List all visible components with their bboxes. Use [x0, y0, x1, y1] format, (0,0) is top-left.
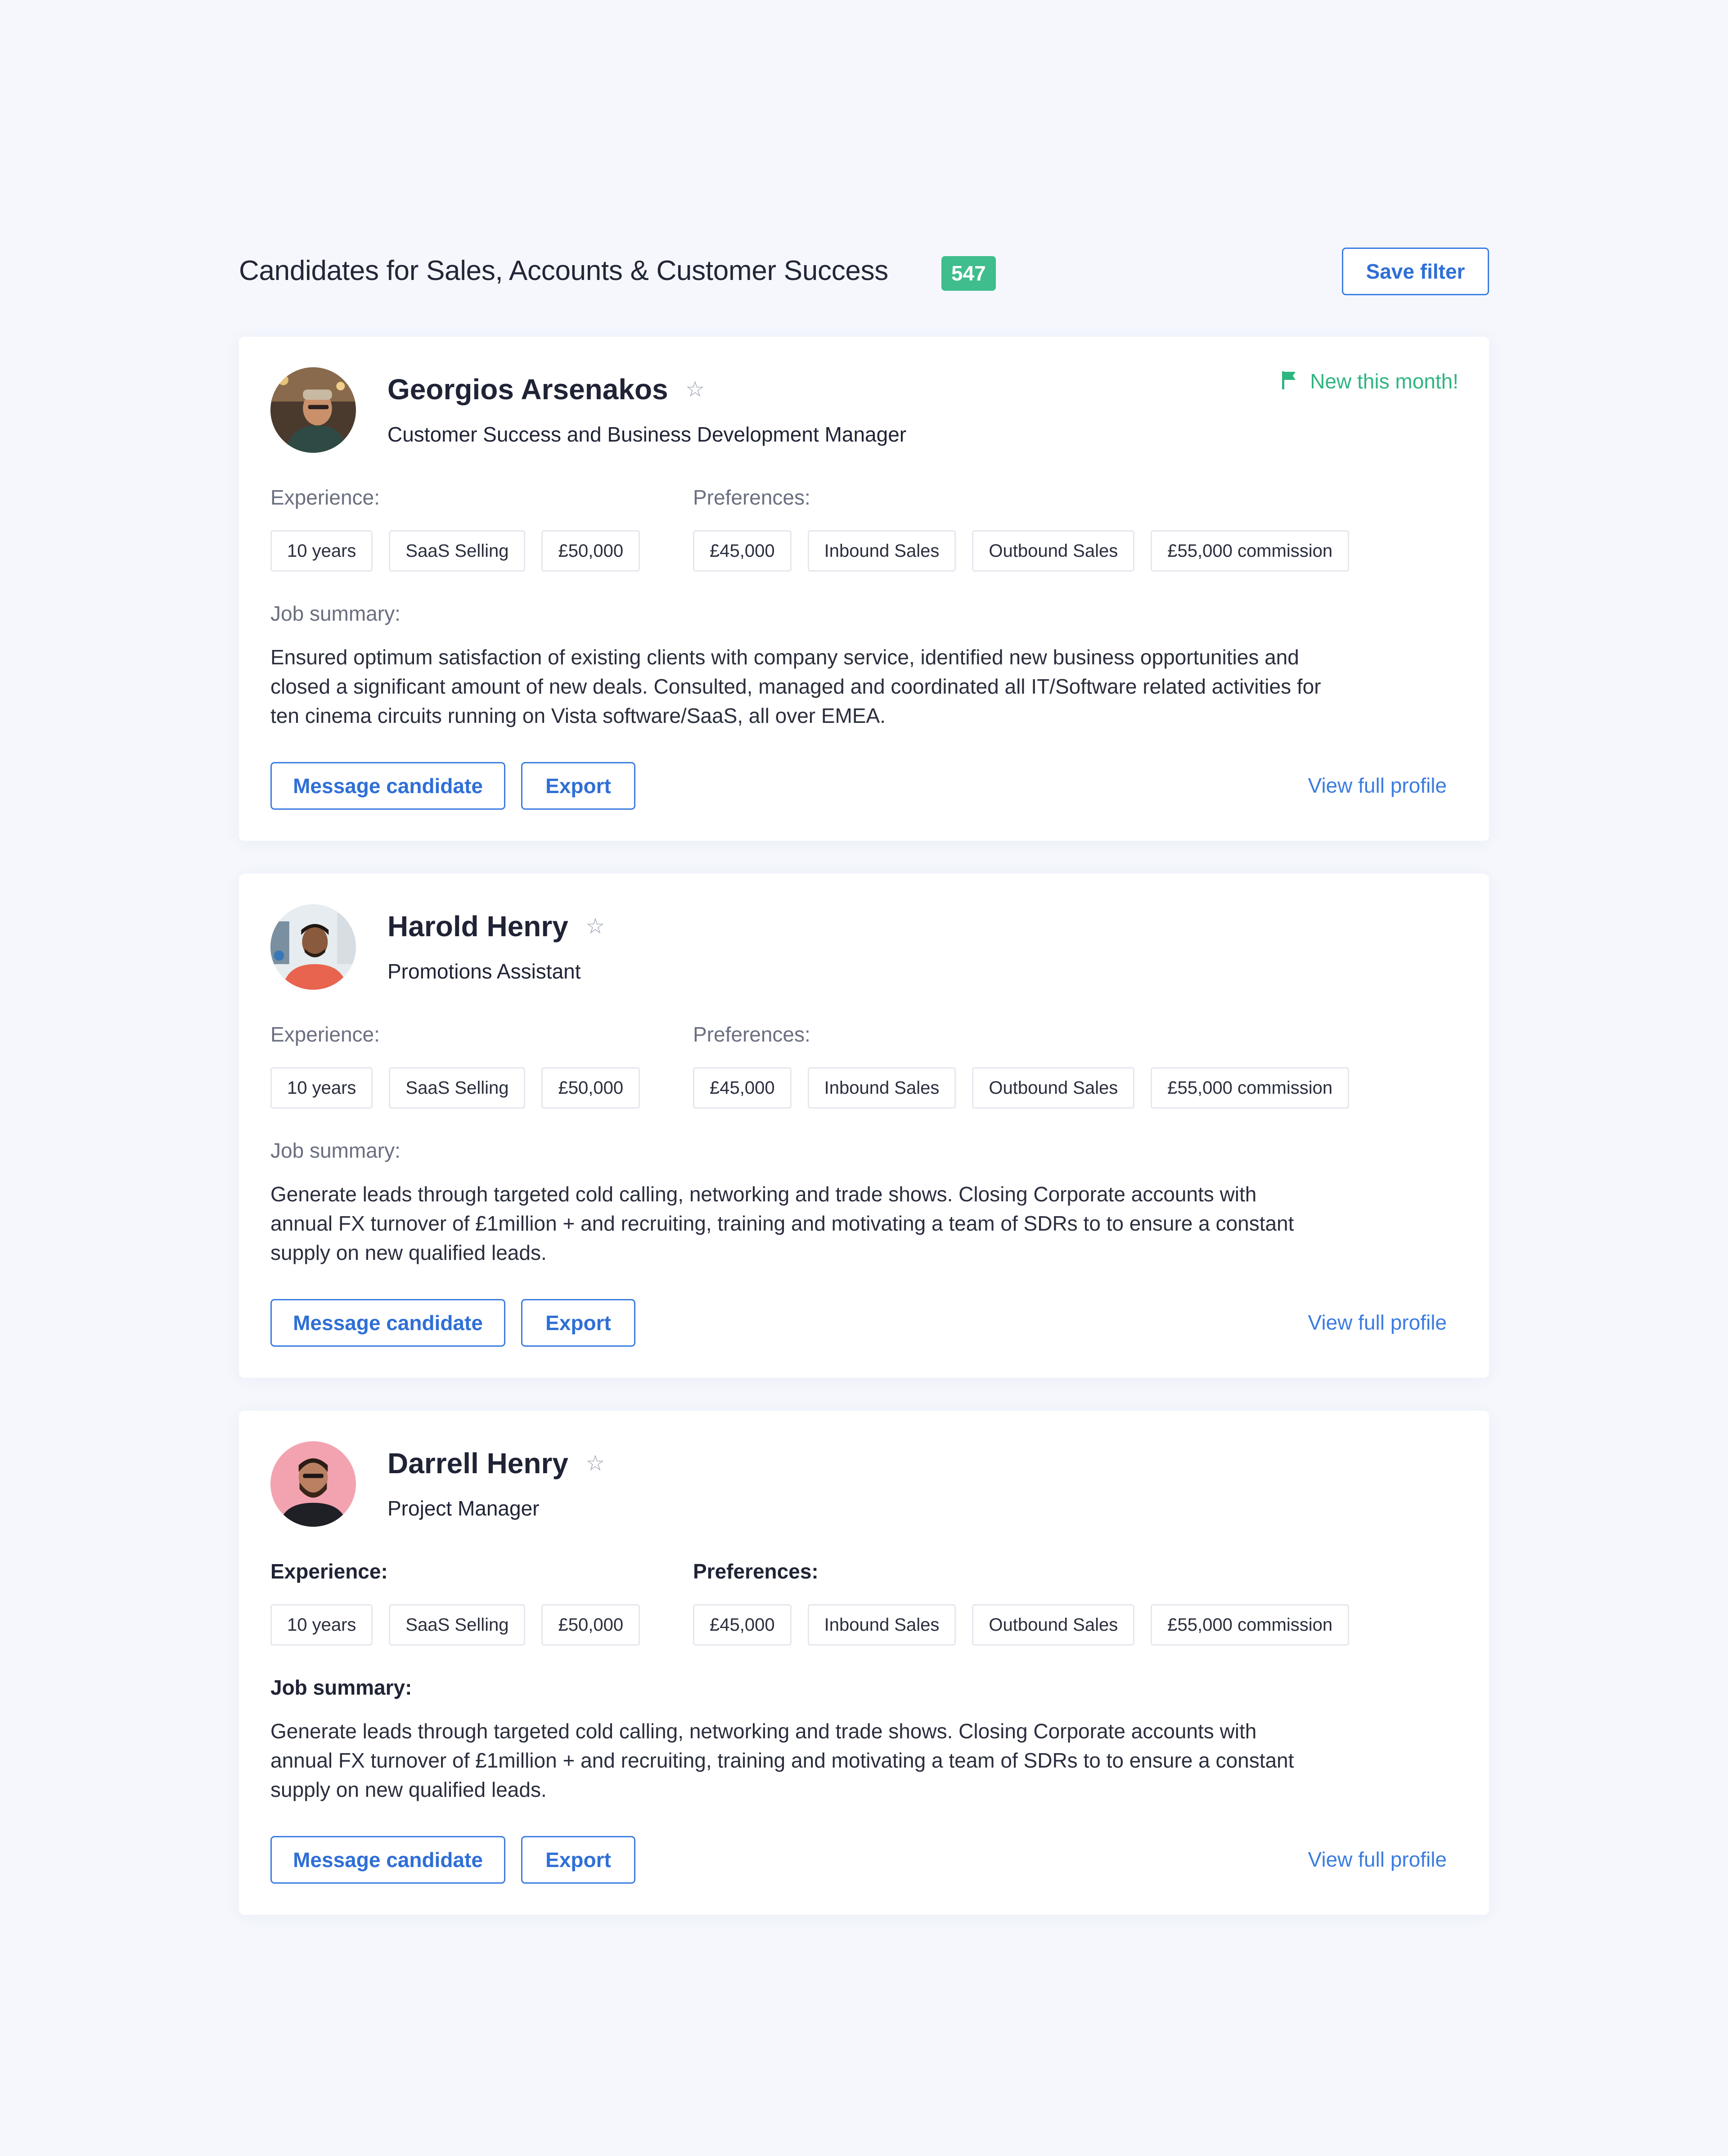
avatar	[270, 904, 356, 990]
preferences-label: Preferences:	[693, 1560, 819, 1583]
job-summary-label: Job summary:	[270, 1676, 412, 1699]
candidate-name: Harold Henry	[387, 910, 568, 943]
preference-tag: Outbound Sales	[972, 530, 1135, 572]
star-icon[interactable]: ☆	[585, 1451, 605, 1476]
preferences-label: Preferences:	[693, 1023, 810, 1046]
star-icon[interactable]: ☆	[585, 914, 605, 939]
preference-tag: £55,000 commission	[1151, 1604, 1350, 1646]
experience-label: Experience:	[270, 1560, 388, 1583]
candidate-name-row: Georgios Arsenakos ☆	[387, 373, 705, 406]
preference-tag: £45,000	[693, 530, 792, 572]
export-button[interactable]: Export	[521, 1299, 635, 1347]
preference-tag: £55,000 commission	[1151, 1067, 1350, 1109]
candidate-role: Project Manager	[387, 1497, 540, 1520]
avatar-photo	[270, 367, 356, 453]
job-summary-label: Job summary:	[270, 1139, 400, 1162]
export-button[interactable]: Export	[521, 762, 635, 810]
experience-tags: 10 years SaaS Selling £50,000	[270, 1067, 640, 1109]
export-button[interactable]: Export	[521, 1836, 635, 1884]
candidate-list-page: Candidates for Sales, Accounts & Custome…	[239, 247, 1489, 1915]
view-full-profile-link[interactable]: View full profile	[1308, 1847, 1447, 1872]
view-full-profile-link[interactable]: View full profile	[1308, 773, 1447, 798]
preference-tag: Inbound Sales	[807, 1604, 956, 1646]
preference-tag: £45,000	[693, 1604, 792, 1646]
save-filter-button[interactable]: Save filter	[1342, 248, 1489, 295]
experience-tag: £50,000	[541, 530, 640, 572]
new-this-month-badge: New this month!	[1281, 369, 1458, 393]
experience-tag: SaaS Selling	[389, 530, 526, 572]
experience-label: Experience:	[270, 1023, 380, 1046]
page-title: Candidates for Sales, Accounts & Custome…	[239, 255, 888, 286]
experience-tags: 10 years SaaS Selling £50,000	[270, 1604, 640, 1646]
avatar-photo	[270, 904, 356, 990]
job-summary-label: Job summary:	[270, 602, 400, 625]
message-candidate-button[interactable]: Message candidate	[270, 1299, 505, 1347]
candidate-card: Harold Henry ☆ Promotions Assistant Expe…	[239, 874, 1489, 1378]
preference-tag: Outbound Sales	[972, 1067, 1135, 1109]
job-summary-text: Generate leads through targeted cold cal…	[270, 1182, 1294, 1264]
candidate-name: Georgios Arsenakos	[387, 373, 668, 406]
job-summary-text: Ensured optimum satisfaction of existing…	[270, 645, 1321, 727]
experience-tag: £50,000	[541, 1604, 640, 1646]
job-summary-text: Generate leads through targeted cold cal…	[270, 1719, 1294, 1801]
candidate-name: Darrell Henry	[387, 1447, 568, 1479]
message-candidate-button[interactable]: Message candidate	[270, 1836, 505, 1884]
avatar-photo	[270, 1441, 356, 1527]
preference-tag: Inbound Sales	[807, 1067, 956, 1109]
preferences-label: Preferences:	[693, 486, 810, 509]
experience-tag: 10 years	[270, 1067, 373, 1109]
preference-tags: £45,000 Inbound Sales Outbound Sales £55…	[693, 1067, 1350, 1109]
message-candidate-button[interactable]: Message candidate	[270, 762, 505, 810]
experience-tag: SaaS Selling	[389, 1067, 526, 1109]
experience-label: Experience:	[270, 486, 380, 509]
experience-tag: 10 years	[270, 530, 373, 572]
preference-tag: Outbound Sales	[972, 1604, 1135, 1646]
candidate-role: Promotions Assistant	[387, 960, 581, 983]
preference-tag: £45,000	[693, 1067, 792, 1109]
experience-tag: £50,000	[541, 1067, 640, 1109]
view-full-profile-link[interactable]: View full profile	[1308, 1310, 1447, 1335]
experience-tag: SaaS Selling	[389, 1604, 526, 1646]
flag-icon	[1282, 371, 1296, 389]
new-this-month-label: New this month!	[1310, 370, 1458, 393]
candidate-card: Georgios Arsenakos ☆ Customer Success an…	[239, 337, 1489, 841]
candidate-role: Customer Success and Business Developmen…	[387, 423, 907, 446]
avatar	[270, 1441, 356, 1527]
candidate-name-row: Darrell Henry ☆	[387, 1447, 605, 1480]
candidate-count-badge: 547	[941, 256, 996, 291]
page-header: Candidates for Sales, Accounts & Custome…	[239, 247, 1489, 301]
preference-tag: £55,000 commission	[1151, 530, 1350, 572]
preference-tag: Inbound Sales	[807, 530, 956, 572]
star-icon[interactable]: ☆	[685, 377, 705, 402]
experience-tag: 10 years	[270, 1604, 373, 1646]
candidate-card: Darrell Henry ☆ Project Manager Experien…	[239, 1411, 1489, 1915]
experience-tags: 10 years SaaS Selling £50,000	[270, 530, 640, 572]
candidate-name-row: Harold Henry ☆	[387, 910, 605, 943]
preference-tags: £45,000 Inbound Sales Outbound Sales £55…	[693, 530, 1350, 572]
preference-tags: £45,000 Inbound Sales Outbound Sales £55…	[693, 1604, 1350, 1646]
avatar	[270, 367, 356, 453]
